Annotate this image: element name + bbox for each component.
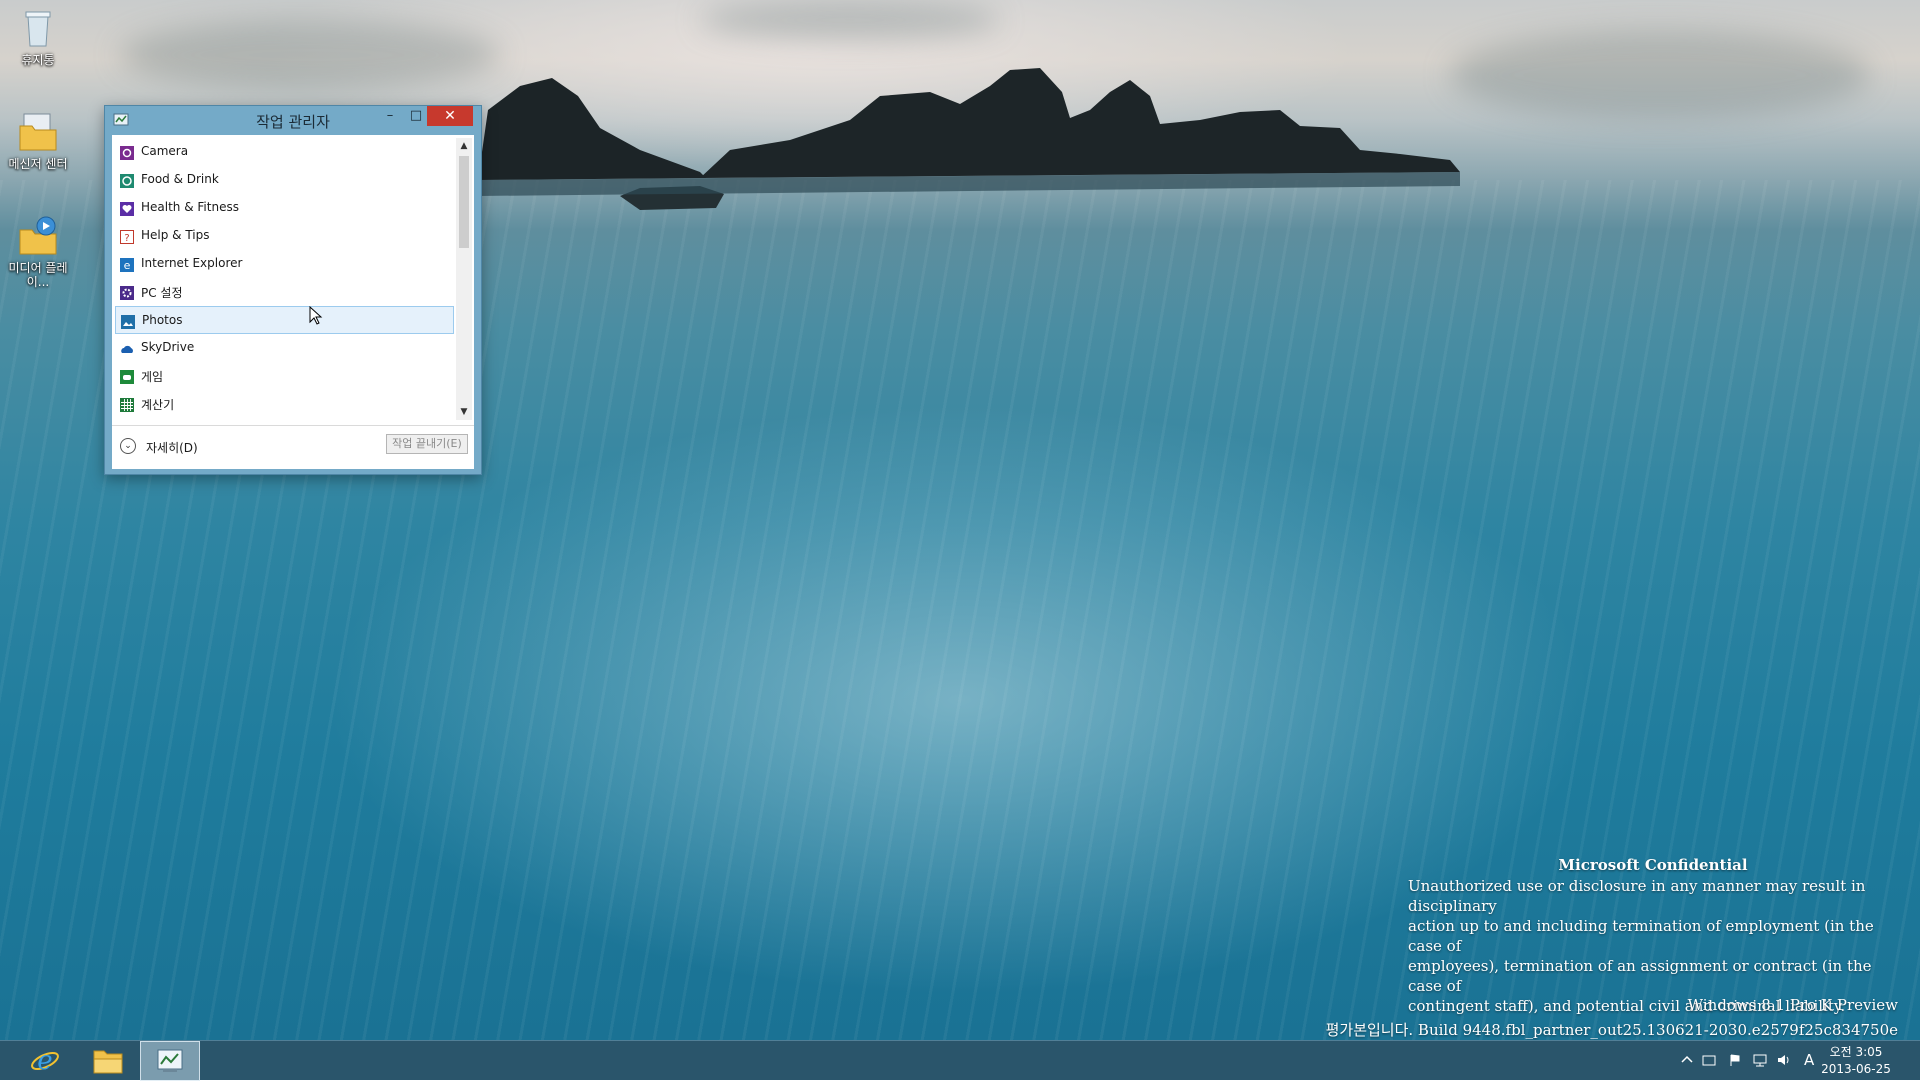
watermark-title: Microsoft Confidential bbox=[1558, 856, 1748, 874]
network-icon[interactable] bbox=[1752, 1053, 1768, 1067]
taskbar-file-explorer[interactable] bbox=[78, 1041, 138, 1081]
clock-time: 오전 3:05 bbox=[1829, 1045, 1883, 1059]
svg-text:?: ? bbox=[124, 233, 129, 244]
task-manager-window: 작업 관리자 – □ ✕ Camera Food & Drink Health … bbox=[104, 105, 482, 475]
app-row-food-drink[interactable]: Food & Drink bbox=[115, 166, 454, 194]
app-label: Photos bbox=[142, 313, 183, 327]
end-task-button[interactable]: 작업 끝내기(E) bbox=[386, 434, 468, 454]
notification-area: A bbox=[1676, 1041, 1836, 1081]
desktop-notification-icon[interactable] bbox=[1702, 1053, 1716, 1067]
app-label: SkyDrive bbox=[141, 340, 195, 354]
task-manager-icon bbox=[157, 1049, 183, 1072]
close-button[interactable]: ✕ bbox=[427, 106, 473, 126]
app-row-help-tips[interactable]: ? Help & Tips bbox=[115, 222, 454, 250]
internet-explorer-icon: e bbox=[31, 1046, 59, 1076]
clock-date: 2013-06-25 bbox=[1821, 1062, 1891, 1076]
clock[interactable]: 오전 3:05 2013-06-25 bbox=[1816, 1044, 1896, 1078]
watermark-line: employees), termination of an assignment… bbox=[1408, 957, 1872, 995]
app-row-skydrive[interactable]: SkyDrive bbox=[115, 334, 454, 362]
desktop-icon-label: 휴지통 bbox=[21, 53, 55, 67]
scroll-up-arrow-icon[interactable]: ▲ bbox=[456, 138, 472, 154]
pc-settings-icon bbox=[120, 285, 134, 300]
watermark-line: Unauthorized use or disclosure in any ma… bbox=[1408, 877, 1866, 915]
svg-text:e: e bbox=[37, 1046, 52, 1076]
app-label: Camera bbox=[141, 144, 189, 158]
desktop-icon-label: 메신저 센터 bbox=[8, 157, 68, 171]
app-label: 게임 bbox=[141, 370, 164, 384]
watermark-line: action up to and including termination o… bbox=[1408, 917, 1874, 955]
desktop-icon-recycle-bin[interactable]: 휴지통 bbox=[0, 6, 76, 67]
divider bbox=[112, 425, 474, 426]
app-label: Internet Explorer bbox=[141, 256, 243, 270]
camera-icon bbox=[120, 145, 134, 160]
app-list: Camera Food & Drink Health & Fitness ? H… bbox=[115, 138, 454, 420]
internet-explorer-icon: e bbox=[120, 257, 134, 272]
app-label: 계산기 bbox=[141, 398, 175, 412]
taskbar: e A 오전 3:05 2013-06-25 bbox=[0, 1040, 1920, 1081]
scroll-thumb[interactable] bbox=[459, 156, 469, 248]
folder-icon bbox=[16, 110, 60, 154]
maximize-button[interactable]: □ bbox=[403, 106, 429, 126]
help-tips-icon: ? bbox=[120, 229, 134, 244]
app-label: Food & Drink bbox=[141, 172, 219, 186]
recycle-bin-icon bbox=[16, 6, 60, 50]
app-row-camera[interactable]: Camera bbox=[115, 138, 454, 166]
desktop-icon-messenger-center[interactable]: 메신저 센터 bbox=[0, 110, 76, 171]
show-hidden-icons-icon[interactable] bbox=[1680, 1053, 1694, 1067]
app-row-pc-settings[interactable]: PC 설정 bbox=[115, 278, 454, 306]
app-label: Help & Tips bbox=[141, 228, 210, 242]
desktop-icon-media-player[interactable]: 미디어 플레이... bbox=[0, 214, 76, 289]
app-row-games[interactable]: 게임 bbox=[115, 362, 454, 390]
file-explorer-icon bbox=[93, 1050, 123, 1074]
app-label: PC 설정 bbox=[141, 286, 183, 300]
app-row-photos[interactable]: Photos bbox=[115, 306, 454, 334]
chevron-down-icon: ⌄ bbox=[120, 438, 136, 454]
media-player-icon bbox=[16, 214, 60, 258]
calculator-icon bbox=[120, 397, 134, 412]
taskbar-internet-explorer[interactable]: e bbox=[15, 1041, 75, 1081]
input-method-indicator[interactable]: A bbox=[1804, 1051, 1814, 1069]
task-manager-body: Camera Food & Drink Health & Fitness ? H… bbox=[112, 135, 474, 469]
taskbar-task-manager[interactable] bbox=[140, 1041, 200, 1081]
skydrive-icon bbox=[120, 341, 134, 355]
photos-icon bbox=[121, 314, 135, 329]
scroll-down-arrow-icon[interactable]: ▼ bbox=[456, 404, 472, 420]
app-row-calculator[interactable]: 계산기 bbox=[115, 390, 454, 418]
build-string: 평가본입니다. Build 9448.fbl_partner_out25.130… bbox=[1325, 1021, 1898, 1039]
app-row-health-fitness[interactable]: Health & Fitness bbox=[115, 194, 454, 222]
food-drink-icon bbox=[120, 173, 134, 188]
watermark-body: Unauthorized use or disclosure in any ma… bbox=[1408, 876, 1898, 1016]
app-label: Health & Fitness bbox=[141, 200, 239, 214]
volume-icon[interactable] bbox=[1776, 1053, 1792, 1067]
action-center-flag-icon[interactable] bbox=[1728, 1053, 1742, 1067]
games-icon bbox=[120, 369, 134, 384]
title-bar[interactable]: 작업 관리자 – □ ✕ bbox=[105, 106, 481, 134]
desktop-icon-label: 미디어 플레이... bbox=[8, 261, 68, 289]
vertical-scrollbar[interactable]: ▲ ▼ bbox=[456, 138, 472, 420]
details-label: 자세히(D) bbox=[146, 441, 198, 455]
windows-edition: Windows 8.1 Pro K Preview bbox=[1687, 996, 1898, 1014]
mouse-cursor-icon bbox=[309, 306, 323, 325]
app-row-internet-explorer[interactable]: e Internet Explorer bbox=[115, 250, 454, 278]
health-fitness-icon bbox=[120, 201, 134, 216]
svg-text:e: e bbox=[124, 259, 131, 272]
minimize-button[interactable]: – bbox=[377, 106, 403, 126]
